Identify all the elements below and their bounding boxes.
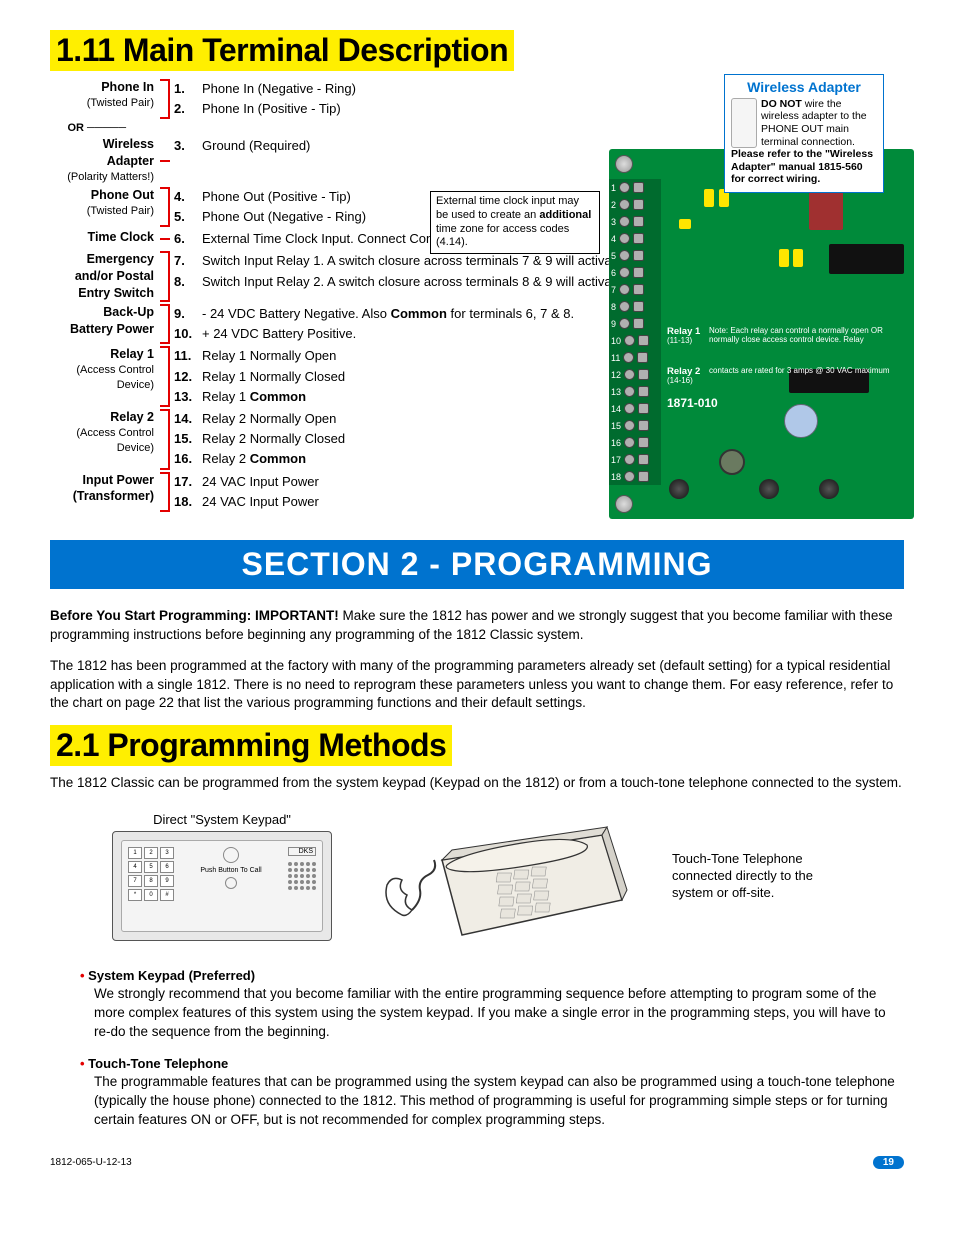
- group-label: Relay 1(Access Control Device): [50, 346, 160, 393]
- dks-logo: DKS: [288, 847, 316, 856]
- terminal-number: 5.: [174, 208, 198, 226]
- group-label: Emergencyand/or PostalEntry Switch: [50, 251, 160, 302]
- push-button-label: Push Button To Call: [180, 867, 282, 874]
- terminal-number: 9.: [174, 305, 198, 323]
- relay2-note: contacts are rated for 3 amps @ 30 VAC m…: [709, 367, 899, 376]
- group-label: Relay 2(Access Control Device): [50, 409, 160, 456]
- terminal-number: 12.: [174, 368, 198, 386]
- screw-icon: [615, 495, 633, 513]
- page-number: 19: [873, 1156, 904, 1169]
- terminal-number: 7.: [174, 252, 198, 270]
- relay2-label: Relay 2: [667, 366, 700, 377]
- capacitor-icon: [679, 219, 691, 229]
- capacitor-icon: [779, 249, 789, 267]
- terminal-number: 2.: [174, 100, 198, 118]
- bullet1-title: System Keypad (Preferred): [88, 968, 255, 983]
- terminal-number: 10.: [174, 325, 198, 343]
- bracket-icon: [160, 160, 170, 162]
- bullet-system-keypad: • System Keypad (Preferred) We strongly …: [80, 968, 904, 1042]
- keypad-figure: Direct "System Keypad" 123 456 789 *0# P…: [112, 812, 332, 941]
- phone-figure: [362, 805, 642, 948]
- bracket-icon: [160, 346, 170, 407]
- terminal-number: 3.: [174, 137, 198, 155]
- capacitor-icon: [704, 189, 714, 207]
- bracket-icon: [160, 409, 170, 470]
- wireless-title: Wireless Adapter: [731, 79, 877, 96]
- group-label: Phone In(Twisted Pair): [50, 79, 160, 111]
- factory-text: The 1812 has been programmed at the fact…: [50, 657, 904, 714]
- screw-icon: [615, 155, 633, 173]
- terminal-number: 6.: [174, 230, 198, 248]
- relay1-pins: (11-13): [667, 337, 700, 346]
- board-id: 1871-010: [667, 397, 718, 410]
- time-clock-note-box: External time clock input may be used to…: [430, 191, 600, 254]
- methods-intro: The 1812 Classic can be programmed from …: [50, 774, 904, 793]
- terminal-number: 15.: [174, 430, 198, 448]
- telephone-icon: [372, 805, 632, 945]
- heading-2-1: 2.1 Programming Methods: [50, 725, 452, 766]
- relay1-label: Relay 1: [667, 326, 700, 337]
- heading-1-11: 1.11 Main Terminal Description: [50, 30, 514, 71]
- terminal-number: 4.: [174, 188, 198, 206]
- bullet2-body: The programmable features that can be pr…: [94, 1073, 904, 1130]
- terminal-number: 1.: [174, 80, 198, 98]
- keypad-buttons-icon: 123 456 789 *0#: [128, 847, 174, 925]
- terminal-number: 11.: [174, 347, 198, 365]
- connector-icon: [669, 479, 689, 499]
- capacitor-icon: [793, 249, 803, 267]
- bracket-icon: [160, 79, 170, 119]
- terminal-number: 8.: [174, 273, 198, 291]
- relay2-pins: (14-16): [667, 377, 700, 386]
- bracket-icon: [160, 238, 170, 240]
- wireless-adapter-box: Wireless Adapter DO NOT wire the wireles…: [724, 74, 884, 193]
- section2-banner: SECTION 2 - PROGRAMMING: [50, 540, 904, 589]
- relay1-note: Note: Each relay can control a normally …: [709, 327, 899, 345]
- chip-icon: [829, 244, 904, 274]
- pcb-board-illustration: 1 2 3 4 5 6 7 8 9 10 11 12 13 14 15 16 1…: [609, 149, 914, 519]
- capacitor-icon: [784, 404, 818, 438]
- bullet1-body: We strongly recommend that you become fa…: [94, 985, 904, 1042]
- group-label: Phone Out(Twisted Pair): [50, 187, 160, 219]
- wireless-adapter-icon: [731, 98, 757, 148]
- footer-doc-id: 1812-065-U-12-13: [50, 1157, 132, 1168]
- call-button-icon: [225, 877, 237, 889]
- or-label: OR ─────: [50, 121, 130, 136]
- bracket-icon: [160, 304, 170, 344]
- bullet-touch-tone: • Touch-Tone Telephone The programmable …: [80, 1056, 904, 1130]
- bracket-icon: [160, 251, 170, 302]
- before-start-text: Before You Start Programming: IMPORTANT!…: [50, 607, 904, 645]
- info-icon: [223, 847, 239, 863]
- group-label: Input Power(Transformer): [50, 472, 160, 506]
- terminal-number: 18.: [174, 493, 198, 511]
- group-label: Back-UpBattery Power: [50, 304, 160, 338]
- connector-icon: [759, 479, 779, 499]
- terminal-number: 13.: [174, 388, 198, 406]
- component-icon: [719, 449, 745, 475]
- connector-icon: [819, 479, 839, 499]
- bracket-icon: [160, 187, 170, 227]
- bullet2-title: Touch-Tone Telephone: [88, 1056, 228, 1071]
- group-label: WirelessAdapter(Polarity Matters!): [50, 136, 160, 185]
- keypad-caption: Direct "System Keypad": [112, 812, 332, 827]
- terminal-number: 17.: [174, 473, 198, 491]
- terminal-number: 14.: [174, 410, 198, 428]
- pcb-terminal-block: 1 2 3 4 5 6 7 8 9 10 11 12 13 14 15 16 1…: [609, 179, 661, 485]
- bracket-icon: [160, 472, 170, 512]
- speaker-icon: [288, 862, 316, 890]
- terminal-number: 16.: [174, 450, 198, 468]
- phone-note: Touch-Tone Telephone connected directly …: [672, 851, 842, 902]
- group-label: Time Clock: [50, 229, 160, 246]
